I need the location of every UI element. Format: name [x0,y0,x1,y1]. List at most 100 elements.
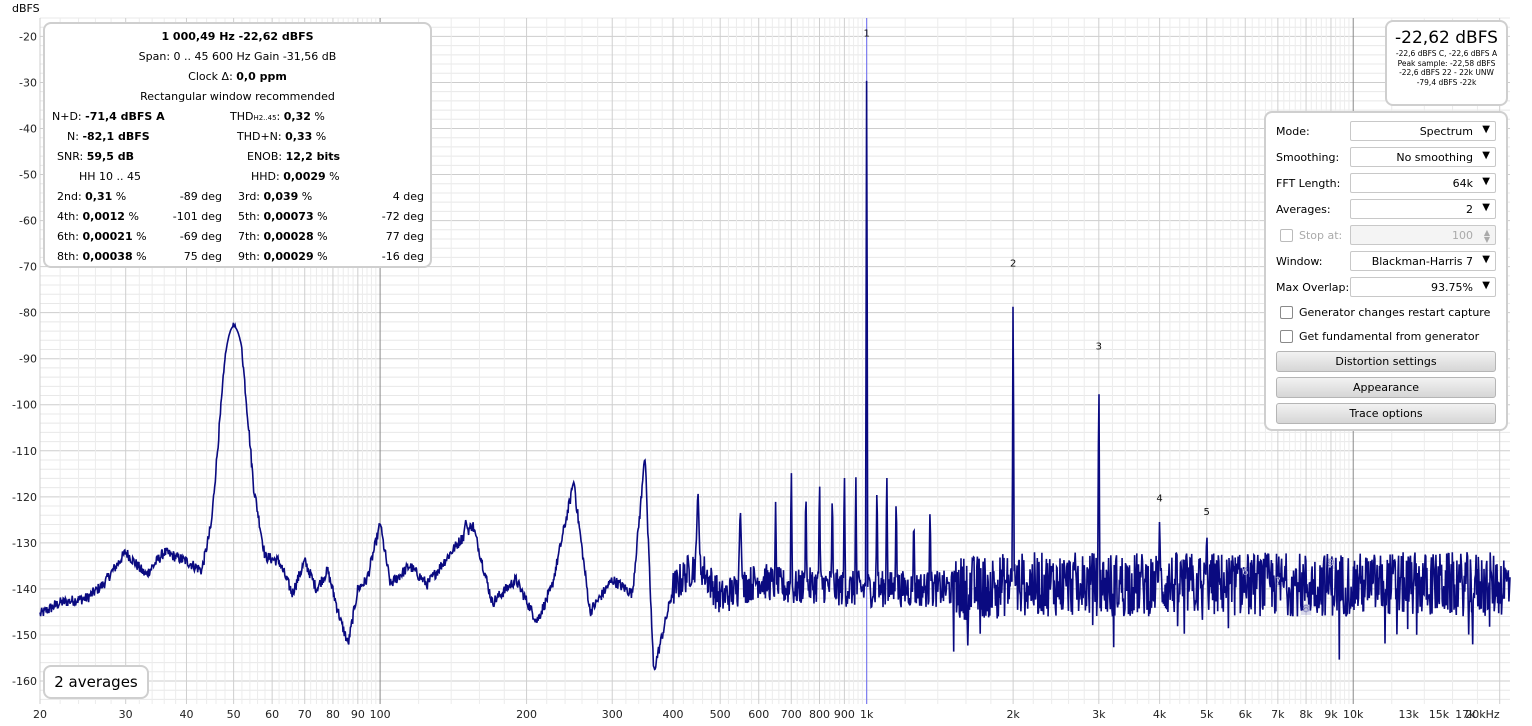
x-tick-label: 100 [370,708,391,721]
x-tick-label: 7k [1271,708,1285,721]
peak-level: -22,62 dBFS [1395,28,1498,48]
y-tick-label: -90 [19,353,37,366]
chevron-down-icon: ▼ [1482,202,1490,213]
smoothing-select[interactable]: No smoothing ▼ [1350,147,1496,167]
window-label: Window: [1276,255,1323,268]
harmonic-5-level: 5th: 0,00073 % [238,210,328,223]
harmonic-4-level: 4th: 0,0012 % [57,210,139,223]
x-tick-label: 30 [119,708,133,721]
harmonic-7-level: 7th: 0,00028 % [238,230,328,243]
harmonic-marker-4: 4 [1156,493,1162,504]
x-tick-label: 400 [663,708,684,721]
stop-at-checkbox[interactable] [1280,229,1293,242]
fundamental-from-generator-label: Get fundamental from generator [1299,330,1480,343]
x-tick-label: 800 [809,708,830,721]
smoothing-value: No smoothing [1396,151,1473,164]
x-tick-label: 6k [1239,708,1253,721]
harmonic-marker-1: 1 [863,28,869,39]
harmonic-3-level: 3rd: 0,039 % [238,190,313,203]
harmonic-4-phase: -101 deg [172,210,222,223]
x-tick-label: 2k [1006,708,1020,721]
chevron-down-icon: ▼ [1482,254,1490,265]
averages-label: Averages: [1276,203,1331,216]
stop-at-value: 100 [1452,229,1473,242]
fft-length-value: 64k [1452,177,1473,190]
distortion-settings-button[interactable]: Distortion settings [1276,351,1496,372]
generator-restart-checkbox[interactable] [1280,306,1293,319]
x-tick-label: 4k [1153,708,1167,721]
window-select[interactable]: Blackman-Harris 7 ▼ [1350,251,1496,271]
x-tick-label: 50 [227,708,241,721]
x-tick-label: 900 [834,708,855,721]
snr-readout: SNR: 59,5 dB [57,150,134,163]
enob-readout: ENOB: 12,2 bits [247,150,341,163]
x-tick-label: 1k [860,708,874,721]
harmonic-5-phase: -72 deg [381,210,424,223]
thd-readout: THDH2..45: 0,32 % [230,110,325,123]
chevron-down-icon: ▼ [1482,280,1490,291]
spinner-arrows-icon: ▲ ▼ [1483,228,1490,244]
x-tick-label: 15k [1429,708,1450,721]
y-tick-label: -80 [19,307,37,320]
y-tick-label: -60 [19,215,37,228]
harmonic-marker-8: 8 [1303,604,1309,615]
trace-options-button[interactable]: Trace options [1276,403,1496,424]
appearance-button[interactable]: Appearance [1276,377,1496,398]
measurement-panel: 1 000,49 Hz -22,62 dBFS Span: 0 .. 45 60… [43,22,432,268]
y-tick-label: -150 [12,629,37,642]
overlap-select[interactable]: 93.75% ▼ [1350,277,1496,297]
y-tick-label: -20 [19,30,37,43]
chevron-down-icon: ▼ [1482,150,1490,161]
x-tick-label: 9k [1324,708,1338,721]
fundamental-from-generator-checkbox[interactable] [1280,330,1293,343]
cursor-readout: 1 000,49 Hz -22,62 dBFS [161,30,314,43]
y-tick-label: -160 [12,675,37,688]
x-tick-label: 300 [602,708,623,721]
harmonic-9-level: 9th: 0,00029 % [238,250,328,263]
y-tick-label: -50 [19,169,37,182]
thdn-readout: THD+N: 0,33 % [237,130,327,143]
y-tick-label: -30 [19,76,37,89]
x-tick-label: 8k [1299,708,1313,721]
harmonic-marker-6: 6 [1242,567,1248,578]
mode-value: Spectrum [1419,125,1473,138]
fft-length-select[interactable]: 64k ▼ [1350,173,1496,193]
fft-length-label: FFT Length: [1276,177,1341,190]
x-tick-label: 10k [1343,708,1364,721]
clock-readout: Clock Δ: 0,0 ppm [188,70,287,83]
y-tick-label: -120 [12,491,37,504]
overlap-value: 93.75% [1431,281,1473,294]
harmonic-8-level: 8th: 0,00038 % [57,250,147,263]
smoothing-label: Smoothing: [1276,151,1340,164]
y-tick-label: -70 [19,261,37,274]
peak-line-4: -79,4 dBFS -22k [1416,77,1477,87]
peak-line-3: -22,6 dBFS 22 - 22k UNW [1399,68,1494,77]
x-tick-label: 90 [351,708,365,721]
hh-range: HH 10 .. 45 [79,170,142,183]
harmonic-6-phase: -69 deg [179,230,222,243]
x-tick-label: 20 [33,708,47,721]
x-tick-label: 600 [748,708,769,721]
analyzer-controls: Mode: Spectrum ▼ Smoothing: No smoothing ▼… [1264,111,1508,431]
y-tick-label: -40 [19,122,37,135]
peak-line-1: -22,6 dBFS C, -22,6 dBFS A [1395,49,1498,58]
harmonic-marker-3: 3 [1096,341,1102,352]
mode-select[interactable]: Spectrum ▼ [1350,121,1496,141]
harmonic-9-phase: -16 deg [381,250,424,263]
harmonic-2-level: 2nd: 0,31 % [57,190,127,203]
averages-select[interactable]: 2 ▼ [1350,199,1496,219]
harmonic-3-phase: 4 deg [392,190,424,203]
y-tick-label: -100 [12,399,37,412]
averages-badge: 2 averages [43,665,149,699]
generator-restart-label: Generator changes restart capture [1299,306,1491,319]
nd-readout: N+D: -71,4 dBFS A [52,110,165,123]
x-tick-label: 3k [1092,708,1106,721]
stop-at-spinner[interactable]: 100 ▲ ▼ [1350,225,1496,245]
overlap-label: Max Overlap: [1276,281,1350,294]
harmonic-marker-9: 9 [1328,558,1334,569]
x-tick-label: 5k [1200,708,1214,721]
x-tick-label: 13k [1398,708,1419,721]
chevron-down-icon: ▼ [1482,176,1490,187]
noise-readout: N: -82,1 dBFS [67,130,150,143]
x-tick-label: 60 [265,708,279,721]
